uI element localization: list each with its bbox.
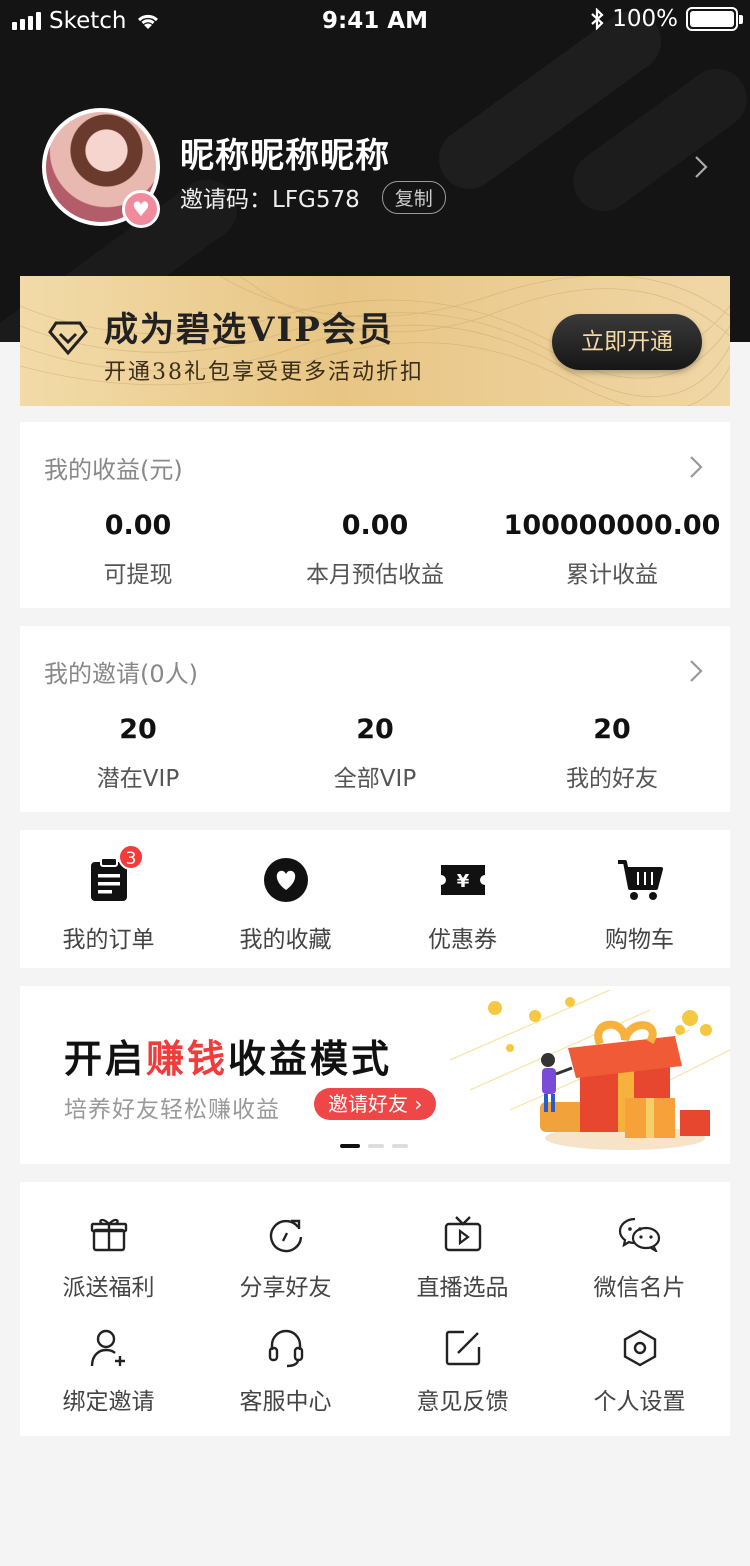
service-customer-center[interactable]: 客服中心 [197, 1326, 374, 1416]
shortcut-favorites[interactable]: 我的收藏 [197, 854, 374, 954]
service-label: 分享好友 [239, 1275, 332, 1301]
wechat-icon [618, 1217, 660, 1252]
carousel-pager[interactable] [340, 1144, 408, 1148]
stat-label: 潜在VIP [96, 766, 180, 792]
stat-label: 本月预估收益 [306, 562, 444, 588]
service-label: 绑定邀请 [62, 1389, 155, 1415]
settings-icon [623, 1329, 656, 1367]
service-label: 派送福利 [62, 1275, 155, 1301]
stat-value: 20 [356, 714, 394, 745]
battery-percent: 100% [612, 6, 678, 32]
promo-banner[interactable]: 开启赚钱收益模式 培养好友轻松赚收益 邀请好友 › [20, 986, 730, 1164]
heart-icon [263, 858, 308, 902]
invites-potential-vip[interactable]: 20 潜在VIP [20, 714, 256, 793]
service-bind-invite[interactable]: 绑定邀请 [20, 1326, 197, 1416]
nickname: 昵称昵称昵称 [180, 136, 390, 176]
gift-box-illustration [450, 990, 730, 1150]
earnings-month-estimate[interactable]: 0.00 本月预估收益 [257, 510, 493, 589]
invites-all-vip[interactable]: 20 全部VIP [257, 714, 493, 793]
bluetooth-icon [591, 8, 604, 30]
chevron-right-icon[interactable] [688, 658, 704, 684]
promo-subtitle: 培养好友轻松赚收益 [64, 1097, 280, 1123]
share-icon [269, 1219, 302, 1253]
service-label: 个人设置 [593, 1389, 686, 1415]
service-live-selection[interactable]: 直播选品 [374, 1212, 551, 1302]
shortcut-orders[interactable]: 3 我的订单 [20, 844, 197, 954]
stat-label: 可提现 [103, 562, 173, 588]
service-label: 意见反馈 [416, 1389, 509, 1415]
open-vip-button[interactable]: 立即开通 [552, 314, 702, 370]
gift-icon [90, 1218, 127, 1252]
heart-badge-icon: ♥ [122, 190, 160, 228]
services-grid: 派送福利 分享好友 直播选品 微信名片 绑定邀请 客服中心 意见反馈 个人设置 [20, 1182, 730, 1436]
stat-value: 20 [593, 714, 631, 745]
tv-icon [444, 1216, 481, 1252]
service-delivery-benefits[interactable]: 派送福利 [20, 1212, 197, 1302]
shortcut-label: 我的订单 [62, 927, 155, 953]
earnings-total[interactable]: 100000000.00 累计收益 [494, 510, 730, 589]
promo-title: 开启赚钱收益模式 [64, 1037, 393, 1081]
service-share-friends[interactable]: 分享好友 [197, 1212, 374, 1302]
status-bar: Sketch 9:41 AM 100% [0, 0, 750, 44]
stat-value: 0.00 [341, 510, 409, 541]
stat-label: 我的好友 [566, 766, 658, 792]
service-label: 直播选品 [416, 1275, 509, 1301]
service-label: 微信名片 [593, 1275, 686, 1301]
battery-icon [686, 7, 743, 31]
service-personal-settings[interactable]: 个人设置 [551, 1326, 728, 1416]
stat-label: 全部VIP [333, 766, 417, 792]
copy-button[interactable]: 复制 [381, 180, 446, 214]
stat-value: 20 [119, 714, 157, 745]
service-wechat-card[interactable]: 微信名片 [551, 1212, 728, 1302]
cart-icon [617, 860, 663, 900]
shortcut-label: 购物车 [605, 927, 674, 953]
vip-banner[interactable]: 成为碧选VIP会员 开通38礼包享受更多活动折扣 立即开通 [20, 276, 730, 406]
edit-icon [445, 1330, 480, 1366]
invites-card[interactable]: 我的邀请(0人) 20 潜在VIP 20 全部VIP 20 我的好友 [20, 626, 730, 812]
order-count-badge: 3 [118, 844, 144, 870]
svg-text:¥: ¥ [456, 871, 469, 892]
shortcuts-card: 3 我的订单 我的收藏 ¥ 优惠券 购物车 [20, 830, 730, 968]
chevron-right-icon[interactable] [690, 150, 712, 184]
vip-subtitle: 开通38礼包享受更多活动折扣 [104, 360, 424, 385]
earnings-withdrawable[interactable]: 0.00 可提现 [20, 510, 256, 589]
add-user-icon [90, 1329, 125, 1367]
service-feedback[interactable]: 意见反馈 [374, 1326, 551, 1416]
shortcut-cart[interactable]: 购物车 [551, 854, 728, 954]
invite-friends-button[interactable]: 邀请好友 › [314, 1088, 437, 1120]
invite-code: 邀请码：LFG578 [180, 187, 360, 213]
shortcut-coupons[interactable]: ¥ 优惠券 [374, 854, 551, 954]
pager-dot[interactable] [392, 1144, 408, 1148]
pager-dot[interactable] [340, 1144, 360, 1148]
shortcut-label: 优惠券 [428, 927, 497, 953]
stat-value: 100000000.00 [503, 510, 721, 541]
invites-title: 我的邀请(0人) [44, 660, 198, 688]
stat-label: 累计收益 [566, 562, 658, 588]
earnings-title: 我的收益(元) [44, 456, 183, 484]
earnings-card[interactable]: 我的收益(元) 0.00 可提现 0.00 本月预估收益 100000000.0… [20, 422, 730, 608]
chevron-right-icon[interactable] [688, 454, 704, 480]
stat-value: 0.00 [104, 510, 172, 541]
pager-dot[interactable] [368, 1144, 384, 1148]
service-label: 客服中心 [239, 1389, 332, 1415]
diamond-icon [48, 321, 88, 356]
invites-friends[interactable]: 20 我的好友 [494, 714, 730, 793]
vip-title: 成为碧选VIP会员 [104, 310, 394, 350]
coupon-icon: ¥ [440, 865, 485, 895]
headset-icon [268, 1329, 303, 1368]
shortcut-label: 我的收藏 [239, 927, 332, 953]
